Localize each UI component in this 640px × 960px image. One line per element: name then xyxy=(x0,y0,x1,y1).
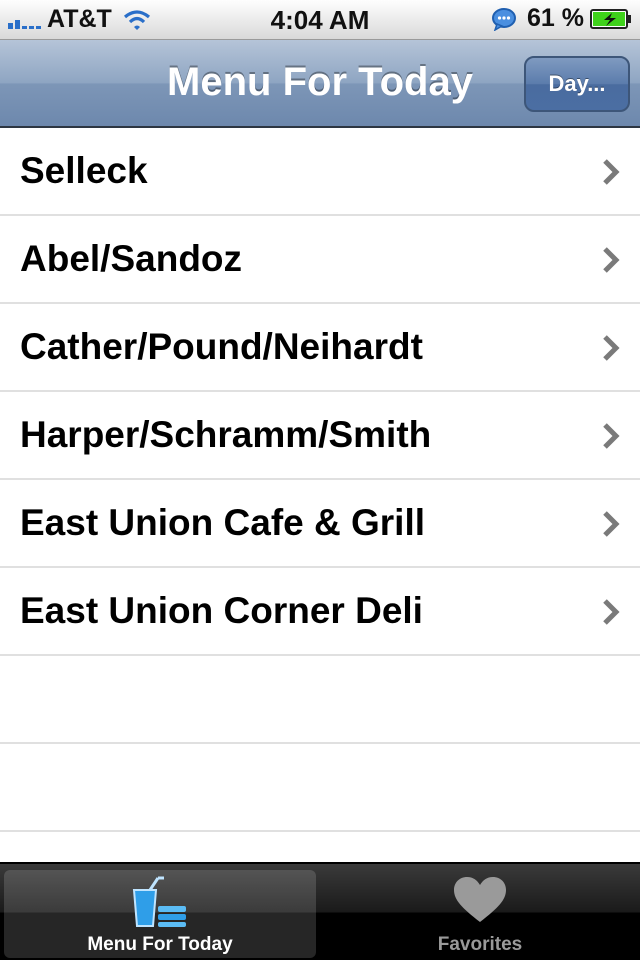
drink-food-icon xyxy=(132,876,186,927)
tab-favorites[interactable]: Favorites xyxy=(324,870,636,958)
screen: AT&T 4:04 AM 61 % Menu For Today Day... … xyxy=(0,0,640,960)
chevron-right-icon xyxy=(603,423,620,449)
list-item-selleck[interactable]: Selleck xyxy=(0,128,640,216)
list-item-label: Selleck xyxy=(20,150,148,191)
chevron-right-icon xyxy=(603,599,620,625)
tab-menu-for-today[interactable]: Menu For Today xyxy=(4,870,316,958)
list-item-label: Harper/Schramm/Smith xyxy=(20,414,432,455)
list-item-label: Cather/Pound/Neihardt xyxy=(20,326,423,367)
chevron-right-icon xyxy=(603,335,620,361)
list-item-harper-schramm-smith[interactable]: Harper/Schramm/Smith xyxy=(0,392,640,480)
empty-row xyxy=(0,744,640,832)
tab-label: Favorites xyxy=(437,934,523,955)
locations-list: Selleck Abel/Sandoz Cather/Pound/Neihard… xyxy=(0,128,640,832)
list-item-east-union-corner-deli[interactable]: East Union Corner Deli xyxy=(0,568,640,656)
status-bar: AT&T 4:04 AM 61 % xyxy=(0,0,640,40)
chevron-right-icon xyxy=(603,511,620,537)
tab-bar: Menu For Today Favorites xyxy=(0,862,640,960)
list-item-east-union-cafe-grill[interactable]: East Union Cafe & Grill xyxy=(0,480,640,568)
empty-row xyxy=(0,656,640,744)
day-select-button[interactable]: Day... xyxy=(524,56,630,112)
chevron-right-icon xyxy=(603,247,620,273)
message-bubble-icon xyxy=(492,7,517,31)
list-item-cather-pound-neihardt[interactable]: Cather/Pound/Neihardt xyxy=(0,304,640,392)
battery-percent: 61 % xyxy=(527,4,584,32)
battery-charging-icon xyxy=(590,8,631,29)
chevron-right-icon xyxy=(603,159,620,185)
tab-label: Menu For Today xyxy=(87,934,233,955)
list-item-label: East Union Cafe & Grill xyxy=(20,502,426,543)
list-item-label: East Union Corner Deli xyxy=(20,590,423,631)
list-item-abel-sandoz[interactable]: Abel/Sandoz xyxy=(0,216,640,304)
heart-icon xyxy=(454,877,506,922)
navigation-bar: Menu For Today Day... xyxy=(0,40,640,128)
status-right-group: 61 % xyxy=(491,4,632,33)
list-item-label: Abel/Sandoz xyxy=(20,238,243,279)
